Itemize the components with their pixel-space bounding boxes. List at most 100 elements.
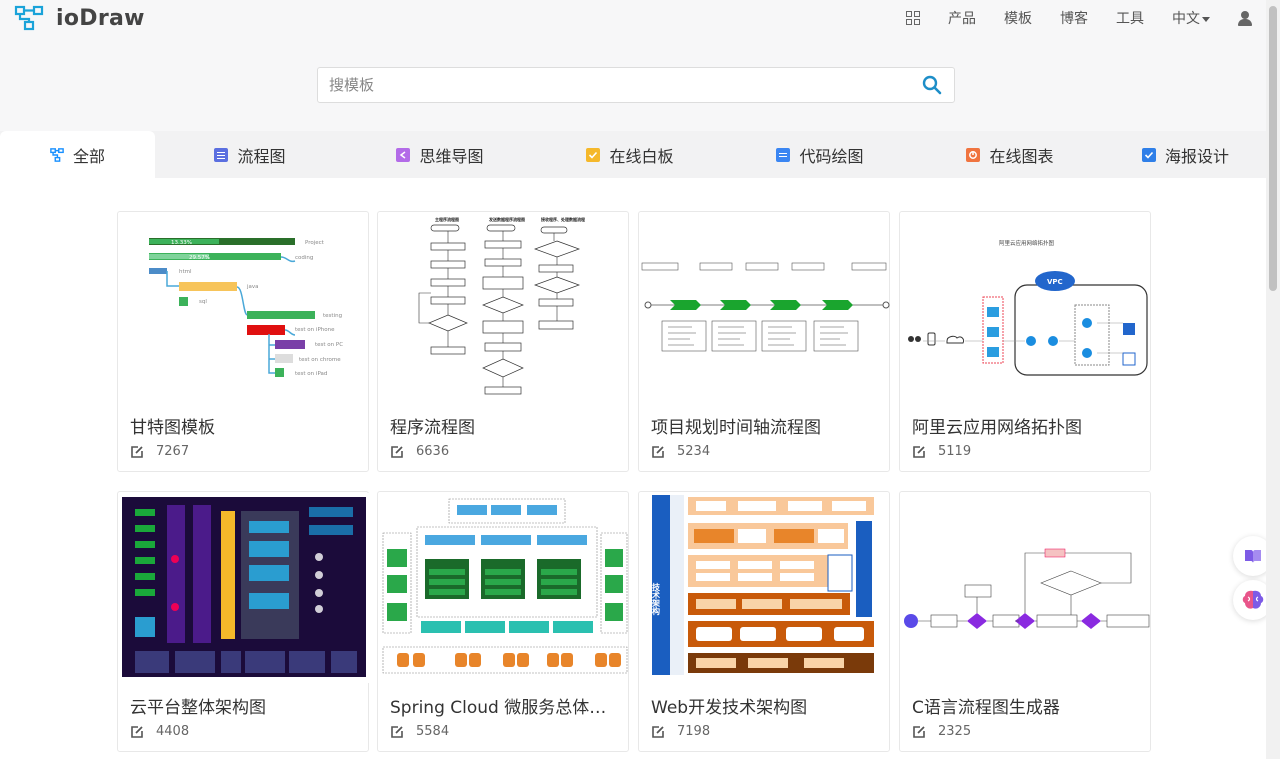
edit-icon bbox=[913, 725, 925, 738]
template-title: 项目规划时间轴流程图 bbox=[651, 418, 821, 438]
template-thumbnail: 阿里云应用网络拓扑图 VPC bbox=[901, 213, 1151, 403]
usage-count: 4408 bbox=[156, 724, 190, 739]
tab-label: 全部 bbox=[72, 146, 105, 166]
template-title: 程序流程图 bbox=[390, 418, 475, 438]
code-doc-icon bbox=[776, 147, 791, 162]
edit-icon bbox=[652, 725, 664, 738]
template-card[interactable]: 项目规划时间轴流程图 5234 bbox=[638, 211, 890, 472]
svg-text:test on iPhone: test on iPhone bbox=[295, 327, 335, 333]
template-title: C语言流程图生成器 bbox=[912, 698, 1060, 718]
tab-flowchart[interactable]: 流程图 bbox=[155, 131, 345, 178]
tab-label: 在线白板 bbox=[609, 146, 674, 166]
template-usage: 7198 bbox=[651, 724, 710, 739]
template-thumbnail bbox=[640, 213, 890, 403]
template-thumbnail: 技术架构 bbox=[640, 493, 890, 683]
page-scrollbar[interactable] bbox=[1266, 0, 1280, 759]
edit-icon bbox=[131, 725, 143, 738]
template-title: 云平台整体架构图 bbox=[130, 698, 266, 718]
svg-text:接收程序、处理数据流程: 接收程序、处理数据流程 bbox=[541, 216, 585, 222]
svg-text:29.57%: 29.57% bbox=[189, 255, 210, 261]
edit-icon bbox=[391, 725, 403, 738]
template-title: Spring Cloud 微服务总体架构图 bbox=[390, 698, 618, 718]
top-header: ioDraw 产品 模板 博客 工具 中文 bbox=[0, 0, 1266, 36]
svg-text:发送数据程序流程图: 发送数据程序流程图 bbox=[488, 216, 525, 222]
template-card[interactable]: Project coding html java sql testing test o… bbox=[117, 211, 369, 472]
mindmap-icon bbox=[396, 147, 411, 162]
usage-count: 5119 bbox=[938, 444, 972, 459]
nav-tools[interactable]: 工具 bbox=[1116, 8, 1144, 28]
tab-whiteboard[interactable]: 在线白板 bbox=[535, 131, 725, 178]
template-thumbnail bbox=[901, 493, 1151, 683]
poster-check-icon bbox=[1141, 147, 1156, 162]
svg-text:13.33%: 13.33% bbox=[171, 240, 192, 246]
template-title: 甘特图模板 bbox=[130, 418, 215, 438]
svg-text:html: html bbox=[179, 269, 192, 275]
template-usage: 5119 bbox=[912, 444, 971, 459]
tab-label: 流程图 bbox=[237, 146, 286, 166]
tab-poster[interactable]: 海报设计 bbox=[1105, 131, 1266, 178]
logo[interactable]: ioDraw bbox=[14, 5, 145, 31]
template-usage: 2325 bbox=[912, 724, 971, 739]
search-button[interactable] bbox=[910, 68, 954, 102]
template-thumbnail bbox=[119, 493, 369, 683]
template-card[interactable]: 技术架构 Web开发技术架构图 7198 bbox=[638, 491, 890, 752]
tab-all[interactable]: 全部 bbox=[0, 131, 155, 178]
search-input[interactable] bbox=[318, 68, 910, 102]
template-title: Web开发技术架构图 bbox=[651, 698, 808, 718]
nav-blog[interactable]: 博客 bbox=[1060, 8, 1088, 28]
template-thumbnail: Project coding html java sql testing test o… bbox=[119, 213, 369, 403]
svg-text:sql: sql bbox=[199, 299, 207, 305]
template-thumbnail bbox=[379, 493, 629, 683]
template-title: 阿里云应用网络拓扑图 bbox=[912, 418, 1082, 438]
edit-icon bbox=[652, 445, 664, 458]
brain-icon bbox=[1242, 590, 1264, 609]
tab-label: 海报设计 bbox=[1164, 146, 1229, 166]
svg-text:java: java bbox=[246, 284, 259, 290]
template-card[interactable]: 主程序流程图 发送数据程序流程图 接收程序、处理数据流程 程序流程图 6636 bbox=[377, 211, 629, 472]
tab-label: 代码绘图 bbox=[799, 146, 864, 166]
template-usage: 5584 bbox=[390, 724, 449, 739]
logo-icon bbox=[14, 5, 44, 31]
category-tabs: 全部 流程图 思维导图 在线白板 代码绘图 在线图表 海报设计 bbox=[0, 131, 1266, 178]
svg-text:testing: testing bbox=[323, 313, 342, 319]
svg-text:VPC: VPC bbox=[1047, 278, 1063, 286]
usage-count: 7267 bbox=[156, 444, 190, 459]
apps-grid-icon[interactable] bbox=[906, 11, 920, 25]
svg-text:技术架构: 技术架构 bbox=[651, 582, 661, 616]
template-usage: 6636 bbox=[390, 444, 449, 459]
tab-label: 思维导图 bbox=[419, 146, 484, 166]
tab-charts[interactable]: 在线图表 bbox=[915, 131, 1105, 178]
template-card[interactable]: Spring Cloud 微服务总体架构图 5584 bbox=[377, 491, 629, 752]
template-usage: 7267 bbox=[130, 444, 189, 459]
tab-code-diagram[interactable]: 代码绘图 bbox=[725, 131, 915, 178]
svg-text:test on chrome: test on chrome bbox=[299, 357, 341, 363]
template-card[interactable]: 云平台整体架构图 4408 bbox=[117, 491, 369, 752]
svg-text:test on PC: test on PC bbox=[315, 342, 343, 348]
template-card[interactable]: 阿里云应用网络拓扑图 VPC 阿里云应用网络拓扑图 5119 bbox=[899, 211, 1151, 472]
language-selector[interactable]: 中文 bbox=[1172, 8, 1210, 28]
usage-count: 7198 bbox=[677, 724, 711, 739]
svg-text:阿里云应用网络拓扑图: 阿里云应用网络拓扑图 bbox=[999, 239, 1055, 247]
top-nav: 产品 模板 博客 工具 中文 bbox=[878, 8, 1252, 28]
svg-text:test on iPad: test on iPad bbox=[295, 371, 327, 377]
usage-count: 2325 bbox=[938, 724, 972, 739]
flow-doc-icon bbox=[214, 147, 229, 162]
template-grid: Project coding html java sql testing test o… bbox=[0, 178, 1266, 759]
nav-templates[interactable]: 模板 bbox=[1004, 8, 1032, 28]
edit-icon bbox=[913, 445, 925, 458]
scrollbar-thumb[interactable] bbox=[1269, 6, 1277, 291]
nav-products[interactable]: 产品 bbox=[948, 8, 976, 28]
template-usage: 4408 bbox=[130, 724, 189, 739]
usage-count: 5234 bbox=[677, 444, 711, 459]
user-icon[interactable] bbox=[1238, 10, 1252, 26]
template-card[interactable]: C语言流程图生成器 2325 bbox=[899, 491, 1151, 752]
whiteboard-icon bbox=[586, 147, 601, 162]
svg-text:coding: coding bbox=[295, 255, 313, 261]
usage-count: 6636 bbox=[416, 444, 450, 459]
book-icon bbox=[1245, 550, 1261, 563]
svg-text:Project: Project bbox=[305, 240, 325, 246]
language-label: 中文 bbox=[1172, 11, 1200, 27]
caret-down-icon bbox=[1202, 16, 1210, 22]
chart-icon bbox=[966, 147, 981, 162]
tab-mindmap[interactable]: 思维导图 bbox=[345, 131, 535, 178]
